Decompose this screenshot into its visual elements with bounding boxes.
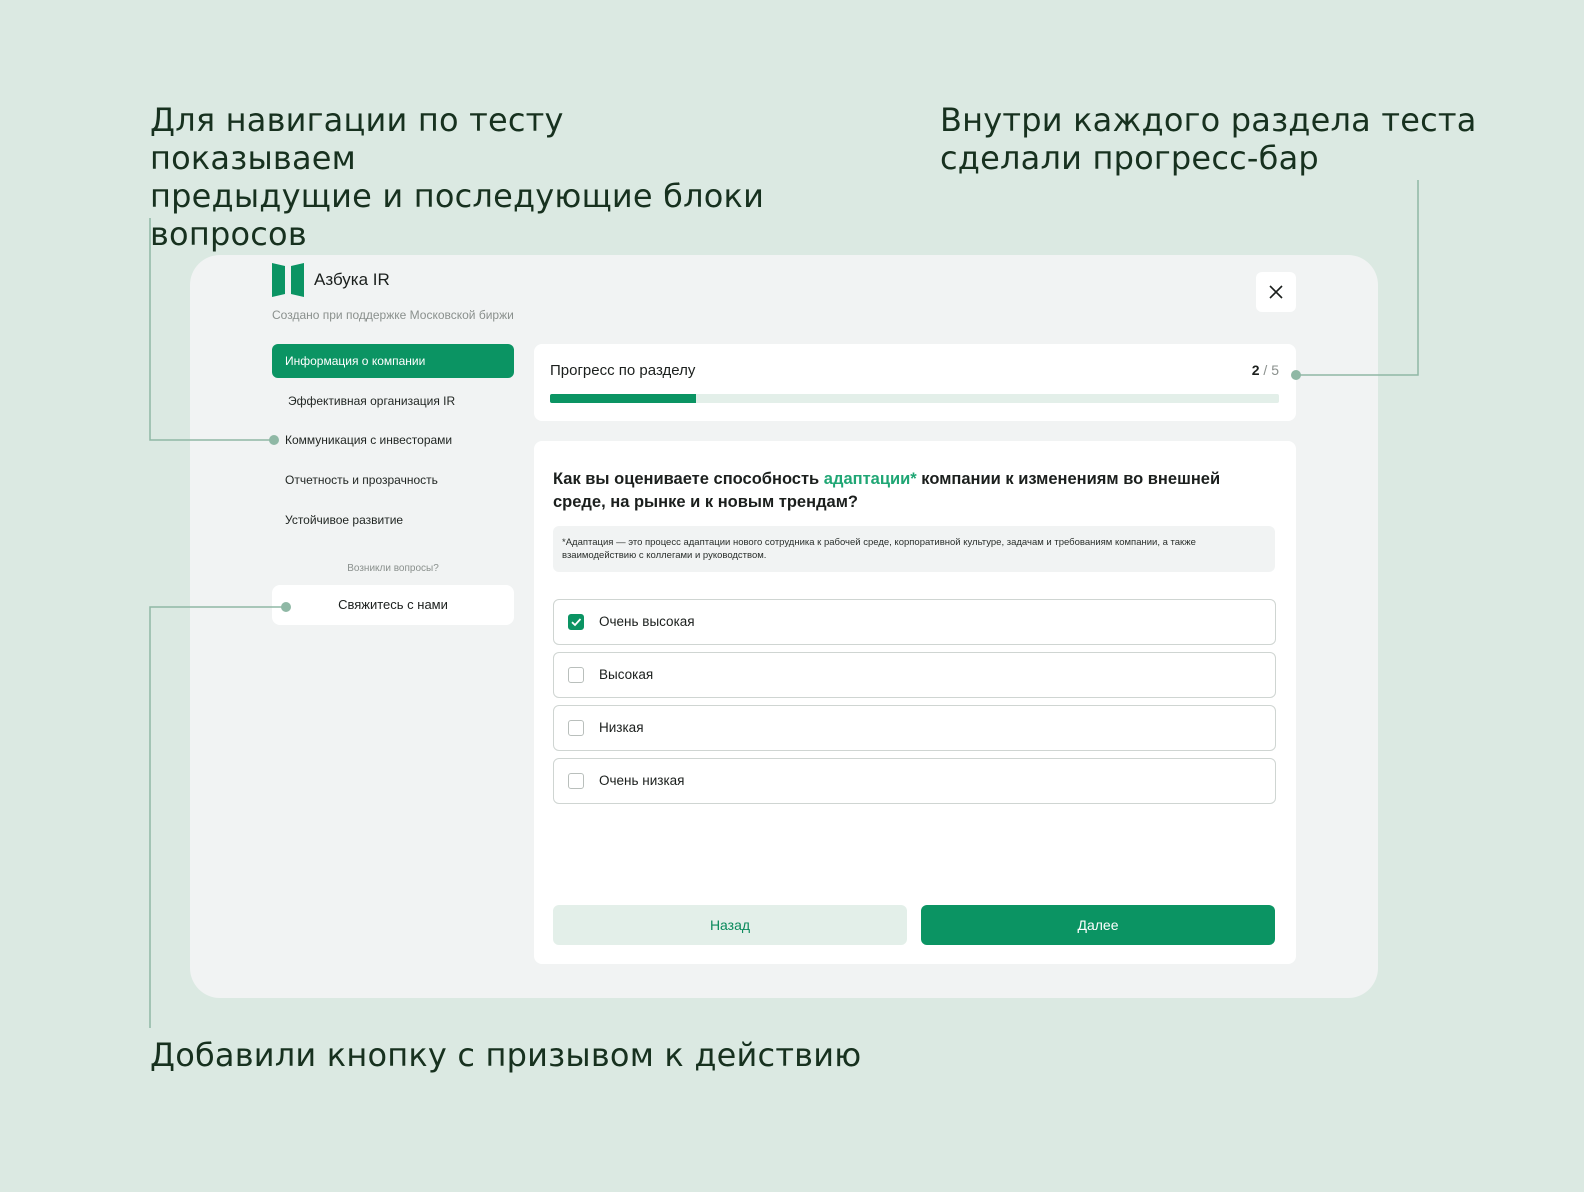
callout-dot-cta [281, 602, 291, 612]
callout-line-progress [1296, 180, 1419, 376]
callout-line-cta [149, 606, 284, 1028]
callout-lines [149, 180, 1419, 1028]
callout-dot-progress [1291, 370, 1301, 380]
callout-line-navigation [149, 218, 272, 441]
callout-dot-navigation [269, 435, 279, 445]
